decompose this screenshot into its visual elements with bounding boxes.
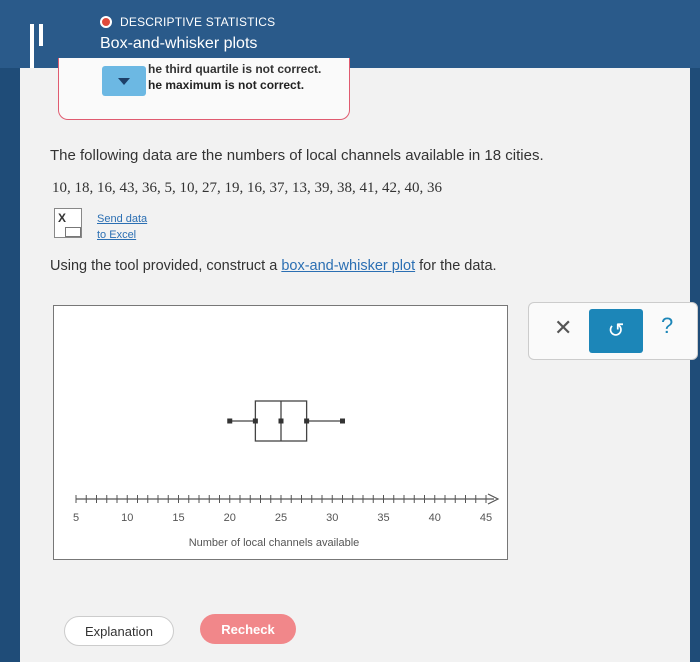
x-tick-label: 15 <box>172 512 184 524</box>
close-icon[interactable]: ✕ <box>554 315 572 341</box>
send-data-line2[interactable]: to Excel <box>97 227 147 243</box>
explanation-button[interactable]: Explanation <box>64 616 174 646</box>
instruction: Using the tool provided, construct a box… <box>50 258 497 274</box>
menu-icon[interactable] <box>30 24 52 68</box>
right-frame <box>690 68 700 662</box>
undo-icon[interactable]: ↺ <box>589 309 643 353</box>
instruction-text: Using the tool provided, construct a <box>50 258 282 274</box>
box-plot-svg[interactable]: 5 10 15 20 25 30 35 40 45 Number of local channel… <box>54 306 506 558</box>
topic-row: DESCRIPTIVE STATISTICS <box>100 15 275 29</box>
left-frame <box>0 68 20 662</box>
data-values: 10, 18, 16, 43, 36, 5, 10, 27, 19, 16, 3… <box>52 180 442 196</box>
recheck-button[interactable]: Recheck <box>200 614 296 644</box>
x-axis-label: Number of local channels available <box>189 537 360 549</box>
topic-label: DESCRIPTIVE STATISTICS <box>120 15 276 29</box>
x-tick-label: 25 <box>275 512 287 524</box>
feedback-toggle-chevron-icon[interactable] <box>102 66 146 96</box>
max-handle[interactable] <box>340 418 345 424</box>
x-tick-label: 45 <box>480 512 492 524</box>
tool-panel: ✕ ↺ ? <box>528 302 698 360</box>
send-data-link[interactable]: Send data to Excel <box>97 211 147 243</box>
x-tick-label: 10 <box>121 512 133 524</box>
feedback-message: he maximum is not correct. <box>148 78 305 92</box>
topic-status-icon <box>100 16 112 28</box>
excel-icon[interactable] <box>54 208 82 238</box>
feedback-message: he third quartile is not correct. <box>148 62 322 76</box>
instruction-text-end: for the data. <box>415 258 497 274</box>
send-data-line1[interactable]: Send data <box>97 211 147 227</box>
page-title: Box-and-whisker plots <box>100 35 258 52</box>
x-tick-label: 40 <box>429 512 441 524</box>
question-prompt: The following data are the numbers of lo… <box>50 147 544 164</box>
x-tick-label: 5 <box>73 512 79 524</box>
x-tick-label: 35 <box>377 512 389 524</box>
median-handle[interactable] <box>278 418 284 424</box>
x-tick-label: 20 <box>224 512 236 524</box>
q3-handle[interactable] <box>304 418 310 424</box>
x-tick-label: 30 <box>326 512 338 524</box>
help-icon[interactable]: ? <box>661 313 673 339</box>
plot-area[interactable]: 5 10 15 20 25 30 35 40 45 Number of local channel… <box>53 305 508 560</box>
q1-handle[interactable] <box>252 418 258 424</box>
box-plot-help-link[interactable]: box-and-whisker plot <box>281 258 415 274</box>
min-handle[interactable] <box>227 418 233 424</box>
